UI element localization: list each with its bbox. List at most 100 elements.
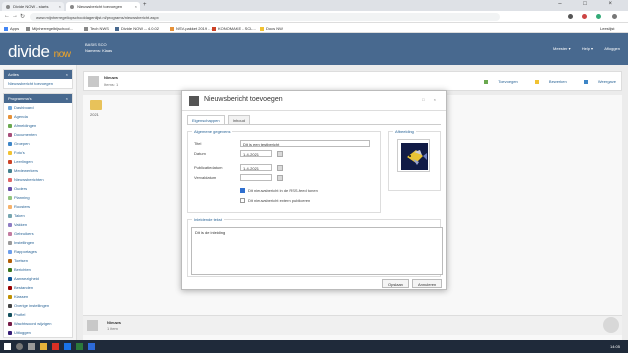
folder-icon[interactable] [90,100,102,110]
word-icon[interactable] [64,343,71,350]
date-input[interactable]: 1-4-2021 [240,150,272,157]
sidebar-program-item[interactable]: Overige instellingen [4,301,72,310]
help-icon[interactable] [603,317,619,333]
image-thumbnail[interactable] [397,139,430,172]
bookmark-item[interactable]: Tech NWS [84,26,109,31]
program-icon [8,105,12,110]
bookmark-item[interactable]: NSV-pakket 2019 - ... [170,26,214,31]
sidebar-program-item[interactable]: Dashboard [4,103,72,112]
tab-properties[interactable]: Eigenschappen [187,115,225,124]
search-icon[interactable] [16,343,23,350]
chrome-icon[interactable] [52,343,59,350]
header-link-help[interactable]: Help ▾ [582,46,593,51]
program-label: Uitloggen [14,330,31,335]
sidebar-program-item[interactable]: Nieuwsberichten [4,175,72,184]
program-icon [8,276,12,281]
expire-date-input[interactable] [240,174,272,181]
windows-start-icon[interactable] [4,343,11,350]
file-explorer-icon[interactable] [40,343,47,350]
bookmark-item[interactable]: KONOMAKE - SCL... [212,26,256,31]
general-legend: Algemene gegevens [192,129,233,134]
reading-list[interactable]: Leeslijst [600,26,614,31]
dialog-controls[interactable]: □ × [422,97,440,102]
sidebar-program-item[interactable]: Documenten [4,130,72,139]
publish-date-input[interactable]: 1-4-2021 [240,164,272,171]
profile-avatar-icon[interactable] [612,14,617,19]
app-logo[interactable]: divide now [8,42,71,62]
programs-box: Programma's × Dashboard Agenda Afmeldingen… [3,93,73,338]
program-icon [8,312,12,317]
external-publish-checkbox[interactable] [240,198,245,203]
sidebar-program-item[interactable]: Foto's [4,148,72,157]
action-edit[interactable]: Bewerken [527,79,567,84]
extension-icon[interactable] [582,14,587,19]
sidebar-program-item[interactable]: Taken [4,211,72,220]
close-tab-icon[interactable]: × [135,4,137,9]
sidebar-program-item[interactable]: Ouders [4,184,72,193]
sidebar-program-item[interactable]: Uitloggen [4,328,72,337]
title-row: Titel Dit is een testbericht [194,140,374,148]
tab-content[interactable]: Inhoud [227,115,250,124]
sidebar-program-item[interactable]: Berichten [4,265,72,274]
bookmark-item[interactable]: Docs NW [260,26,283,31]
sidebar-program-item[interactable]: Bestanden [4,283,72,292]
page-subtitle: Items: 1 [104,82,119,87]
excel-icon[interactable] [76,343,83,350]
sidebar-item-add-news[interactable]: Nieuwsbericht toevoegen [4,79,72,88]
action-view[interactable]: Weergave [576,79,616,84]
sidebar-program-item[interactable]: Agenda [4,112,72,121]
bookmark-item[interactable]: Apps [4,26,19,31]
sidebar-program-item[interactable]: Afmeldingen [4,121,72,130]
sidebar-program-item[interactable]: Rapportages [4,247,72,256]
task-view-icon[interactable] [28,343,35,350]
plus-icon [484,79,489,84]
header-link-user[interactable]: Meester ▾ [553,46,571,51]
title-input[interactable]: Dit is een testbericht [240,140,370,147]
outlook-icon[interactable] [88,343,95,350]
tab-favicon-icon [6,4,10,9]
browser-tab-label: Nieuwsbericht toevoegen [77,4,123,9]
bookmark-item[interactable]: Divide NOW -- 4.0.02 [115,26,159,31]
calendar-icon[interactable] [277,175,283,181]
reload-icon[interactable]: ↻ [20,13,25,20]
back-icon[interactable]: ← [4,13,10,19]
calendar-icon[interactable] [277,165,283,171]
folder-label[interactable]: 2021 [90,112,99,117]
header-link-logout[interactable]: Afloggen [604,46,620,51]
new-tab-button[interactable]: + [143,2,147,8]
browser-tab-news[interactable]: Nieuwsbericht toevoegen × [66,2,140,11]
main-actions: Toevoegen Bewerken Weergave [468,79,616,84]
collapse-icon[interactable]: × [66,96,68,101]
calendar-icon[interactable] [277,151,283,157]
sidebar-program-item[interactable]: Vakken [4,220,72,229]
sidebar-program-item[interactable]: Instellingen [4,238,72,247]
sidebar-program-item[interactable]: Profiel [4,310,72,319]
intro-textarea[interactable]: Dit is de inleiding [191,227,443,275]
url-field[interactable]: www.mijnherregeliopschooldagenlijst.nl/p… [30,13,500,21]
browser-tab-divide[interactable]: Divide NOW - starts × [2,2,64,11]
sidebar-program-item[interactable]: Wachtwoord wijzigen [4,319,72,328]
sidebar-program-item[interactable]: Klassen [4,292,72,301]
sidebar-program-item[interactable]: Aanwezigheid [4,274,72,283]
window-controls[interactable]: – □ × [558,1,622,7]
close-tab-icon[interactable]: × [59,4,61,9]
sidebar-program-item[interactable]: Medewerkers [4,166,72,175]
extension-icon[interactable] [596,14,601,19]
sidebar-program-item[interactable]: Toetsen [4,256,72,265]
forward-icon[interactable]: → [12,13,18,19]
rss-checkbox[interactable] [240,188,245,193]
program-icon [8,168,12,173]
sidebar-program-item[interactable]: Leerlingen [4,157,72,166]
sidebar-program-item[interactable]: Gebruikers [4,229,72,238]
extension-icon[interactable] [568,14,573,19]
program-label: Nieuwsberichten [14,177,44,182]
sidebar-program-item[interactable]: Planning [4,193,72,202]
collapse-icon[interactable]: × [66,72,68,77]
sidebar-program-item[interactable]: Groepen [4,139,72,148]
date-label: Datum [194,151,206,156]
sidebar-program-item[interactable]: Roosters [4,202,72,211]
action-add[interactable]: Toevoegen [476,79,518,84]
bookmark-item[interactable]: Mijnherregelbijschool... [26,26,73,31]
save-button[interactable]: Opslaan [382,279,409,288]
cancel-button[interactable]: Annuleren [412,279,443,288]
